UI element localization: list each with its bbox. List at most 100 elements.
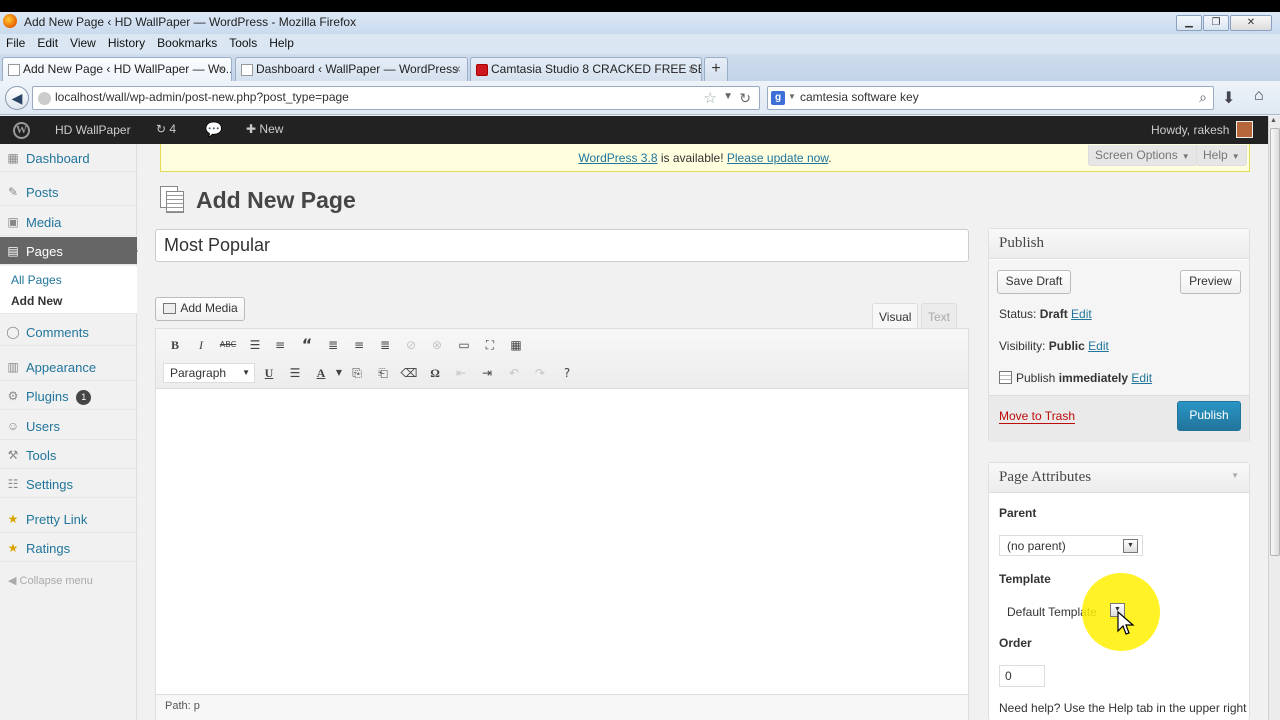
page-attributes-header[interactable]: Page Attributes ▼ xyxy=(989,463,1249,493)
sidebar-item-pretty-link[interactable]: ★ Pretty Link xyxy=(0,505,137,533)
unlink-icon[interactable]: ⊗ xyxy=(427,335,447,355)
format-dropdown[interactable]: Paragraph ▼ xyxy=(163,363,255,383)
blockquote-icon[interactable]: “ xyxy=(297,335,317,355)
sidebar-item-comments[interactable]: ◯ Comments xyxy=(0,318,137,346)
google-engine-icon[interactable]: g xyxy=(771,91,785,105)
url-bar[interactable]: ☆ ▼ ↻ xyxy=(32,86,760,110)
site-name-link[interactable]: HD WallPaper xyxy=(55,123,131,137)
fullscreen-icon[interactable]: ⛶ xyxy=(480,335,500,355)
tab-close-icon[interactable]: × xyxy=(688,62,695,76)
order-input[interactable] xyxy=(999,665,1045,687)
align-right-icon[interactable]: ≣ xyxy=(375,335,395,355)
publish-date-edit-link[interactable]: Edit xyxy=(1131,371,1152,385)
publish-button[interactable]: Publish xyxy=(1177,401,1241,431)
add-media-button[interactable]: Add Media xyxy=(155,297,245,321)
outdent-icon[interactable]: ⇤ xyxy=(451,363,471,383)
wordpress-version-link[interactable]: WordPress 3.8 xyxy=(578,151,657,165)
collapse-menu-button[interactable]: ◀ Collapse menu xyxy=(8,574,93,587)
sidebar-item-ratings[interactable]: ★ Ratings xyxy=(0,534,137,562)
menu-file[interactable]: File xyxy=(0,34,31,54)
numbered-list-icon[interactable]: ≡ xyxy=(270,335,290,355)
editor-content-area[interactable] xyxy=(156,390,968,694)
new-tab-button[interactable]: + xyxy=(704,57,728,81)
paste-text-icon[interactable]: ⎘ xyxy=(347,363,367,383)
reload-icon[interactable]: ↻ xyxy=(739,90,751,107)
tab-add-new-page[interactable]: Add New Page ‹ HD WallPaper — Wo... × xyxy=(2,57,232,81)
howdy-user-link[interactable]: Howdy, rakesh xyxy=(1151,123,1229,137)
bookmark-star-icon[interactable]: ☆ xyxy=(704,89,717,107)
engine-dropdown-icon[interactable]: ▼ xyxy=(788,92,796,101)
indent-icon[interactable]: ⇥ xyxy=(477,363,497,383)
close-window-button[interactable]: ✕ xyxy=(1230,15,1272,31)
url-input[interactable] xyxy=(55,90,655,104)
tab-close-icon[interactable]: × xyxy=(218,62,225,76)
sidebar-item-media[interactable]: ▣ Media xyxy=(0,208,137,236)
undo-icon[interactable]: ↶ xyxy=(504,363,524,383)
sidebar-item-plugins[interactable]: ⚙ Plugins 1 xyxy=(0,382,137,410)
tab-visual[interactable]: Visual xyxy=(872,303,919,329)
search-input[interactable] xyxy=(800,90,1180,104)
screen-options-button[interactable]: Screen Options ▼ xyxy=(1088,145,1197,166)
underline-icon[interactable]: U xyxy=(259,363,279,383)
sidebar-item-dashboard[interactable]: ▦ Dashboard xyxy=(0,144,137,172)
menu-history[interactable]: History xyxy=(102,34,151,54)
maximize-button[interactable]: ❐ xyxy=(1203,15,1229,31)
move-to-trash-link[interactable]: Move to Trash xyxy=(999,409,1076,424)
bold-icon[interactable]: B xyxy=(165,335,185,355)
update-now-link[interactable]: Please update now xyxy=(727,151,828,165)
redo-icon[interactable]: ↷ xyxy=(530,363,550,383)
italic-icon[interactable]: I xyxy=(191,335,211,355)
url-history-dropdown-icon[interactable]: ▼ xyxy=(723,91,733,102)
new-content-link[interactable]: ✚ New xyxy=(246,122,283,136)
help-button[interactable]: Help ▼ xyxy=(1196,145,1247,166)
menu-edit[interactable]: Edit xyxy=(31,34,64,54)
site-identity-icon[interactable] xyxy=(38,92,51,105)
search-bar[interactable]: g ▼ ⌕ xyxy=(767,86,1214,110)
updates-link[interactable]: ↻ 4 xyxy=(156,122,176,136)
tab-dashboard[interactable]: Dashboard ‹ WallPaper — WordPress × xyxy=(235,57,468,81)
menu-bookmarks[interactable]: Bookmarks xyxy=(151,34,223,54)
page-scrollbar[interactable]: ▲ xyxy=(1268,116,1280,720)
menu-tools[interactable]: Tools xyxy=(223,34,263,54)
back-button[interactable]: ◀ xyxy=(5,86,29,110)
user-avatar[interactable] xyxy=(1236,121,1253,138)
toggle-arrow-icon[interactable]: ▼ xyxy=(1231,471,1239,480)
search-icon[interactable]: ⌕ xyxy=(1199,89,1207,106)
tab-text[interactable]: Text xyxy=(921,303,958,329)
bullet-list-icon[interactable]: ☰ xyxy=(245,335,265,355)
scrollbar-thumb[interactable] xyxy=(1270,128,1280,556)
strikethrough-icon[interactable]: ABC xyxy=(218,335,238,355)
menu-help[interactable]: Help xyxy=(263,34,300,54)
align-left-icon[interactable]: ≣ xyxy=(323,335,343,355)
scroll-up-arrow-icon[interactable]: ▲ xyxy=(1270,117,1277,124)
text-color-icon[interactable]: A xyxy=(311,363,331,383)
sidebar-item-users[interactable]: ☺ Users xyxy=(0,412,137,440)
tab-camtasia[interactable]: Camtasia Studio 8 CRACKED FREE SE... × xyxy=(470,57,702,81)
insert-more-icon[interactable]: ▭ xyxy=(454,335,474,355)
visibility-edit-link[interactable]: Edit xyxy=(1088,339,1109,353)
special-character-icon[interactable]: Ω xyxy=(425,363,445,383)
justify-icon[interactable]: ☰ xyxy=(285,363,305,383)
home-icon[interactable]: ⌂ xyxy=(1254,87,1264,105)
comments-bubble-icon[interactable]: 💬 xyxy=(205,121,222,138)
clear-formatting-icon[interactable]: ⌫ xyxy=(399,363,419,383)
kitchen-sink-icon[interactable]: ▦ xyxy=(506,335,526,355)
sidebar-item-appearance[interactable]: ▥ Appearance xyxy=(0,353,137,381)
insert-link-icon[interactable]: ⊘ xyxy=(401,335,421,355)
save-draft-button[interactable]: Save Draft xyxy=(997,270,1071,294)
status-edit-link[interactable]: Edit xyxy=(1071,307,1092,321)
wordpress-logo-icon[interactable]: W xyxy=(13,122,30,139)
parent-select[interactable]: (no parent) ▼ xyxy=(999,535,1143,556)
submenu-all-pages[interactable]: All Pages xyxy=(11,273,62,287)
minimize-button[interactable]: ▁ xyxy=(1176,15,1202,31)
sidebar-item-posts[interactable]: ✎ Posts xyxy=(0,178,137,206)
sidebar-item-tools[interactable]: ⚒ Tools xyxy=(0,441,137,469)
help-icon[interactable]: ? xyxy=(557,363,577,383)
align-center-icon[interactable]: ≡ xyxy=(349,335,369,355)
downloads-icon[interactable]: ⬇ xyxy=(1222,88,1235,108)
tab-close-icon[interactable]: × xyxy=(454,62,461,76)
submenu-add-new[interactable]: Add New xyxy=(11,294,62,308)
preview-button[interactable]: Preview xyxy=(1180,270,1241,294)
sidebar-item-pages[interactable]: ▤ Pages xyxy=(0,237,138,265)
text-color-dropdown-icon[interactable]: ▼ xyxy=(329,363,349,383)
